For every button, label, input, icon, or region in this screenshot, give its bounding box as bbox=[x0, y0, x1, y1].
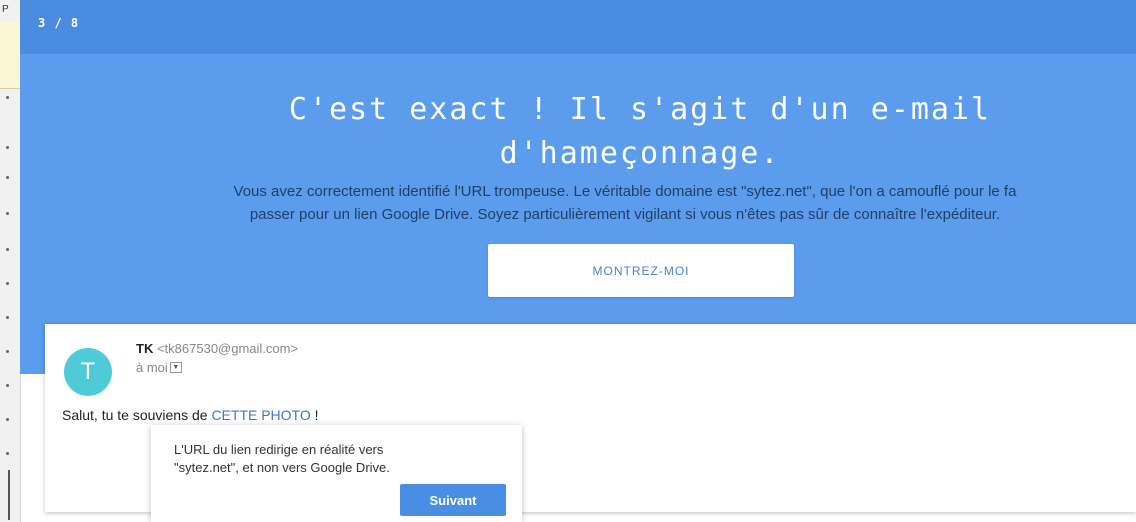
result-description-line: Vous avez correctement identifié l'URL t… bbox=[233, 183, 1017, 200]
background-mark bbox=[6, 282, 9, 285]
result-description-line: passer pour un lien Google Drive. Soyez … bbox=[249, 206, 1001, 223]
sender-line: TK <tk867530@gmail.com> bbox=[136, 341, 298, 356]
background-mark bbox=[6, 316, 9, 319]
sender-name: TK bbox=[136, 341, 154, 356]
background-scroll-mark bbox=[8, 470, 10, 520]
email-body-text: Salut, tu te souviens de bbox=[62, 407, 212, 423]
tooltip-text: L'URL du lien redirige en réalité vers "… bbox=[174, 441, 504, 477]
recipient-label: à moi bbox=[136, 360, 168, 375]
avatar: T bbox=[64, 348, 112, 396]
background-mark bbox=[6, 96, 9, 99]
email-body-text: ! bbox=[310, 407, 319, 423]
result-title: C'est exact ! Il s'agit d'un e-mail d'ha… bbox=[150, 88, 1130, 176]
background-mark bbox=[6, 384, 9, 387]
quiz-header-bar: 3 / 8 bbox=[20, 0, 1136, 54]
question-counter: 3 / 8 bbox=[38, 16, 80, 30]
background-mark bbox=[6, 212, 9, 215]
background-yellow-panel bbox=[0, 22, 20, 89]
show-me-button[interactable]: MONTREZ-MOI bbox=[488, 244, 794, 297]
background-mark bbox=[6, 418, 9, 421]
background-mark bbox=[6, 146, 9, 149]
hint-tooltip: L'URL du lien redirige en réalité vers "… bbox=[151, 425, 522, 522]
sender-email: <tk867530@gmail.com> bbox=[156, 341, 299, 356]
background-mark bbox=[6, 350, 9, 353]
background-mark bbox=[6, 176, 9, 179]
result-title-line: C'est exact ! Il s'agit d'un e-mail bbox=[288, 92, 992, 127]
background-window-letter: P bbox=[2, 4, 9, 15]
background-mark bbox=[6, 248, 9, 251]
recipient-line: à moi ▼ bbox=[136, 360, 182, 375]
tooltip-text-line: "sytez.net", et non vers Google Drive. bbox=[174, 460, 390, 475]
result-description: Vous avez correctement identifié l'URL t… bbox=[120, 180, 1130, 226]
background-mark bbox=[6, 452, 9, 455]
email-body: Salut, tu te souviens de CETTE PHOTO ! bbox=[62, 407, 319, 423]
photo-link[interactable]: CETTE PHOTO bbox=[211, 407, 310, 423]
tooltip-text-line: L'URL du lien redirige en réalité vers bbox=[174, 442, 384, 457]
chevron-down-icon[interactable]: ▼ bbox=[169, 362, 182, 373]
result-title-line: d'hameçonnage. bbox=[499, 136, 781, 171]
background-window-edge: P bbox=[0, 0, 21, 522]
next-button[interactable]: Suivant bbox=[400, 484, 506, 516]
